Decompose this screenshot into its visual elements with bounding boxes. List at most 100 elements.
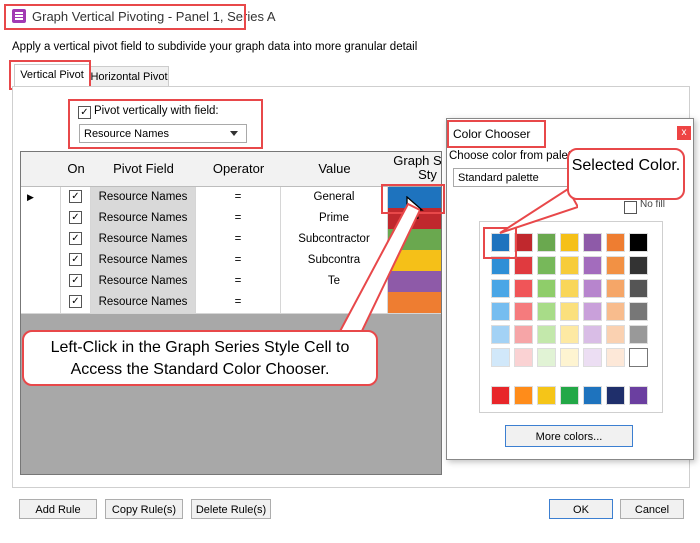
color-swatch[interactable] xyxy=(629,256,648,275)
row-header-cell xyxy=(21,229,61,250)
current-row-indicator-icon: ▶ xyxy=(21,187,61,208)
row-operator-cell[interactable]: = xyxy=(196,271,281,292)
color-swatch[interactable] xyxy=(606,233,625,252)
color-swatch[interactable] xyxy=(560,348,579,367)
row-on-cell[interactable]: ✓ xyxy=(61,187,91,208)
color-swatch[interactable] xyxy=(606,325,625,344)
add-rule-button[interactable]: Add Rule xyxy=(19,499,97,519)
color-swatch[interactable] xyxy=(583,386,602,405)
row-field-cell[interactable]: Resource Names xyxy=(91,208,196,229)
no-fill-label: No fill xyxy=(640,199,666,210)
instructions-text: Apply a vertical pivot field to subdivid… xyxy=(12,41,418,53)
color-swatch[interactable] xyxy=(491,325,510,344)
color-swatch[interactable] xyxy=(583,256,602,275)
color-swatch[interactable] xyxy=(560,386,579,405)
color-swatch[interactable] xyxy=(514,302,533,321)
row-on-checkbox[interactable]: ✓ xyxy=(69,211,82,225)
row-field-cell[interactable]: Resource Names xyxy=(91,271,196,292)
color-swatch[interactable] xyxy=(629,302,648,321)
row-operator-cell[interactable]: = xyxy=(196,187,281,208)
color-swatch[interactable] xyxy=(606,256,625,275)
callout-pointer xyxy=(336,202,420,336)
row-on-checkbox[interactable]: ✓ xyxy=(69,190,82,204)
color-swatch[interactable] xyxy=(606,386,625,405)
color-swatch[interactable] xyxy=(514,279,533,298)
color-chooser-prompt: Choose color from palet xyxy=(449,150,572,162)
color-swatch[interactable] xyxy=(583,325,602,344)
color-swatch[interactable] xyxy=(606,348,625,367)
color-swatch[interactable] xyxy=(583,279,602,298)
selected-color-callout: Selected Color. xyxy=(567,148,685,200)
color-swatch[interactable] xyxy=(629,348,648,367)
color-swatch[interactable] xyxy=(629,279,648,298)
column-header-operator[interactable]: Operator xyxy=(196,152,282,187)
color-swatch[interactable] xyxy=(491,348,510,367)
column-header-graph-series-style-line2: Sty xyxy=(418,167,437,182)
copy-rules-button[interactable]: Copy Rule(s) xyxy=(105,499,183,519)
row-field-cell[interactable]: Resource Names xyxy=(91,292,196,313)
color-swatch[interactable] xyxy=(537,348,556,367)
column-header-graph-series-style-line1: Graph S xyxy=(393,153,442,168)
color-swatch[interactable] xyxy=(560,233,579,252)
row-operator-cell[interactable]: = xyxy=(196,250,281,271)
delete-rules-button[interactable]: Delete Rule(s) xyxy=(191,499,271,519)
callout-pointer xyxy=(499,187,578,234)
color-swatch[interactable] xyxy=(491,279,510,298)
color-swatch[interactable] xyxy=(491,302,510,321)
row-operator-cell[interactable]: = xyxy=(196,229,281,250)
more-colors-button[interactable]: More colors... xyxy=(505,425,633,447)
row-operator-cell[interactable]: = xyxy=(196,208,281,229)
row-operator-cell[interactable]: = xyxy=(196,292,281,313)
row-field-cell[interactable]: Resource Names xyxy=(91,229,196,250)
color-swatch[interactable] xyxy=(537,386,556,405)
color-swatch[interactable] xyxy=(537,256,556,275)
row-header-cell xyxy=(21,250,61,271)
column-header-value[interactable]: Value xyxy=(281,152,389,187)
color-swatch[interactable] xyxy=(560,279,579,298)
color-swatch[interactable] xyxy=(560,325,579,344)
row-on-cell[interactable]: ✓ xyxy=(61,250,91,271)
column-header-pivot-field[interactable]: Pivot Field xyxy=(91,152,197,187)
color-swatch[interactable] xyxy=(537,325,556,344)
row-header-cell xyxy=(21,208,61,229)
row-on-cell[interactable]: ✓ xyxy=(61,271,91,292)
color-chooser-title-highlight xyxy=(447,120,546,148)
color-swatch[interactable] xyxy=(537,302,556,321)
tab-horizontal-pivot[interactable]: Horizontal Pivot xyxy=(89,66,169,88)
close-icon[interactable]: x xyxy=(677,126,691,140)
color-swatch[interactable] xyxy=(583,233,602,252)
row-on-cell[interactable]: ✓ xyxy=(61,292,91,313)
color-swatch[interactable] xyxy=(583,348,602,367)
palette-select[interactable]: Standard palette xyxy=(453,168,573,187)
row-field-cell[interactable]: Resource Names xyxy=(91,187,196,208)
ok-button[interactable]: OK xyxy=(549,499,613,519)
color-swatch[interactable] xyxy=(606,302,625,321)
row-on-checkbox[interactable]: ✓ xyxy=(69,295,82,309)
color-swatch[interactable] xyxy=(514,325,533,344)
color-swatch[interactable] xyxy=(560,302,579,321)
color-swatch[interactable] xyxy=(629,233,648,252)
color-swatch[interactable] xyxy=(629,386,648,405)
row-on-cell[interactable]: ✓ xyxy=(61,208,91,229)
color-swatch[interactable] xyxy=(606,279,625,298)
cancel-button[interactable]: Cancel xyxy=(620,499,684,519)
color-swatch[interactable] xyxy=(514,386,533,405)
color-swatch[interactable] xyxy=(629,325,648,344)
instruction-callout: Left-Click in the Graph Series Style Cel… xyxy=(22,330,378,386)
pivot-highlight xyxy=(68,99,263,149)
color-swatch[interactable] xyxy=(537,279,556,298)
column-header-graph-series-style[interactable]: Graph S Sty xyxy=(388,152,442,186)
color-swatch[interactable] xyxy=(537,233,556,252)
row-field-cell[interactable]: Resource Names xyxy=(91,250,196,271)
row-on-cell[interactable]: ✓ xyxy=(61,229,91,250)
row-on-checkbox[interactable]: ✓ xyxy=(69,232,82,246)
color-swatch[interactable] xyxy=(583,302,602,321)
no-fill-checkbox[interactable] xyxy=(624,201,637,214)
row-on-checkbox[interactable]: ✓ xyxy=(69,253,82,267)
row-on-checkbox[interactable]: ✓ xyxy=(69,274,82,288)
row-header-cell xyxy=(21,271,61,292)
color-swatch[interactable] xyxy=(491,386,510,405)
column-header-on[interactable]: On xyxy=(61,152,92,187)
color-swatch[interactable] xyxy=(514,348,533,367)
color-swatch[interactable] xyxy=(560,256,579,275)
